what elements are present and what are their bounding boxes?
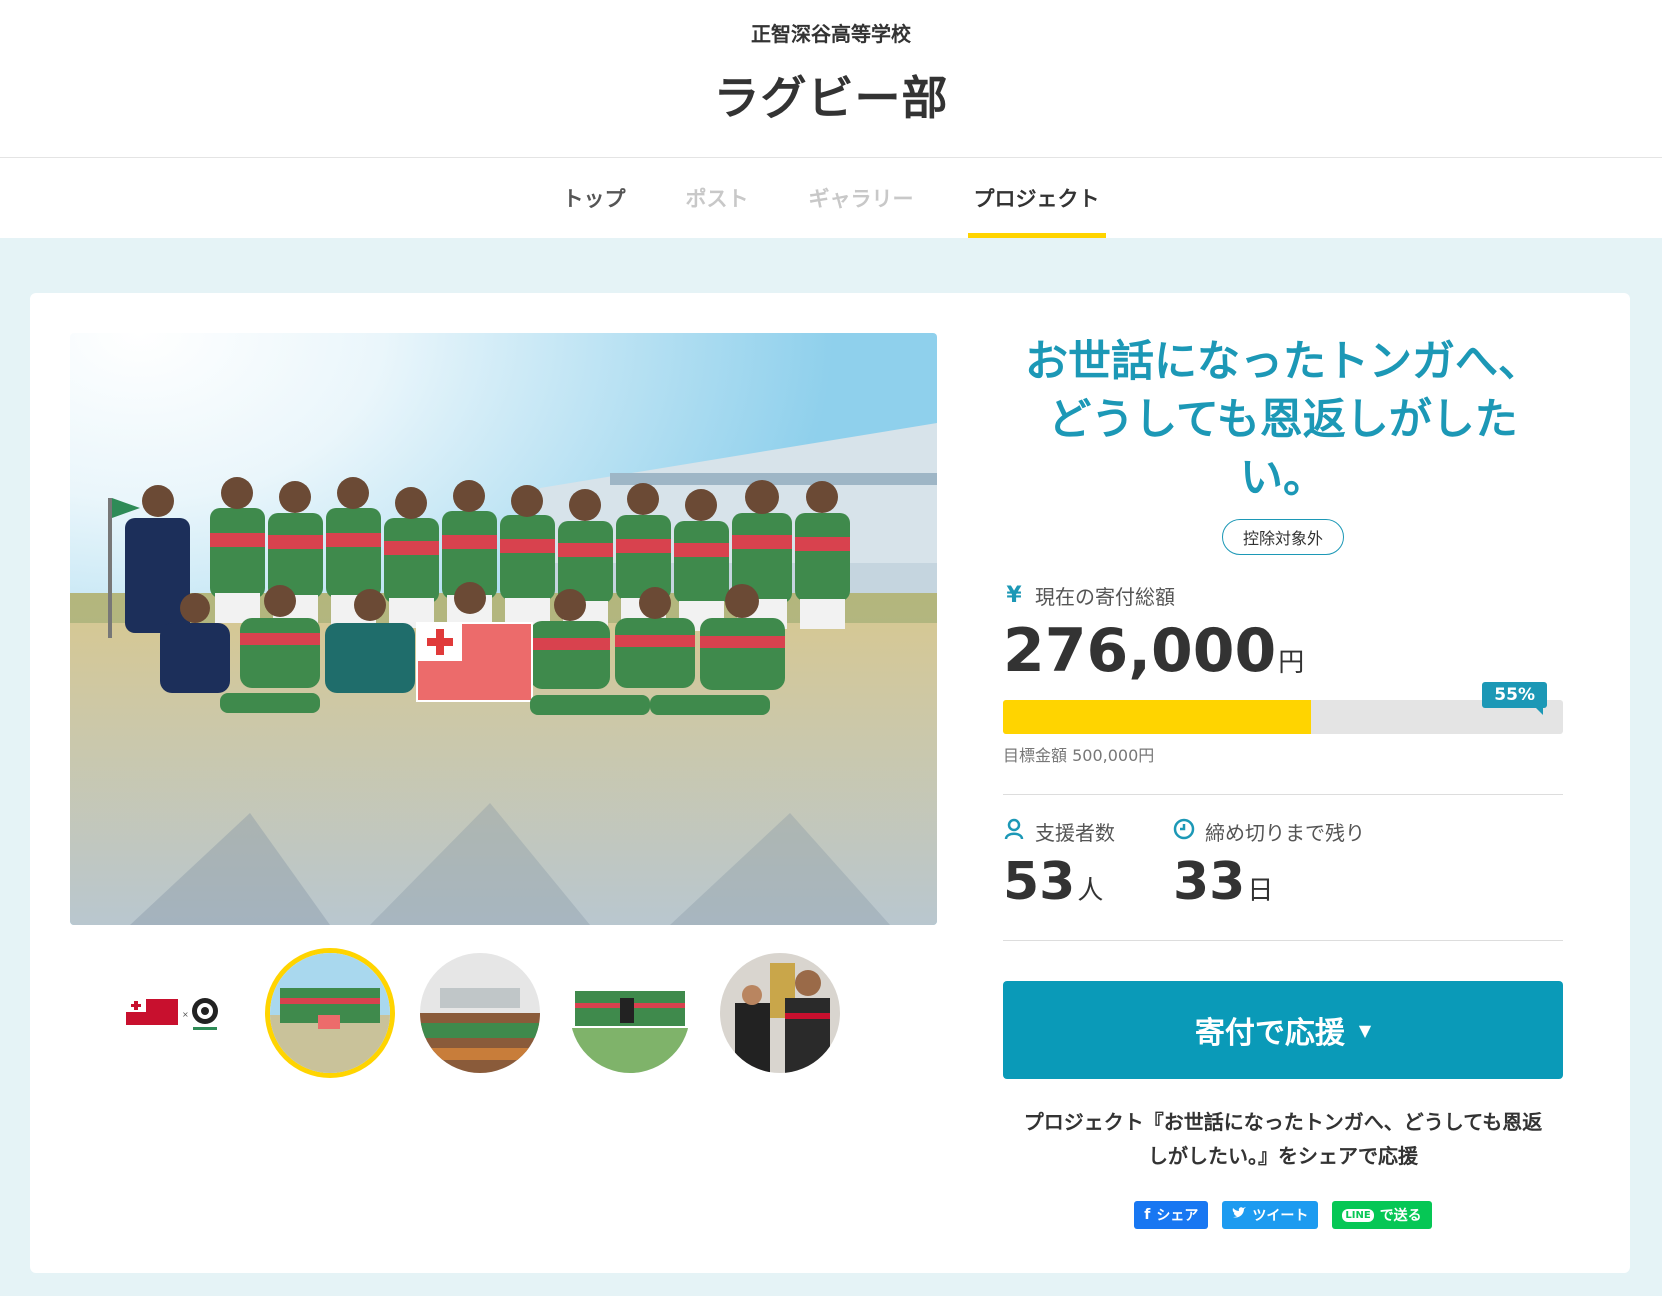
deadline-stat: 締め切りまで残り 33 日: [1173, 817, 1365, 912]
share-prompt-line-2: しがしたい。』をシェアで応援: [1148, 1144, 1418, 1168]
project-title-line-2: どうしても恩返しがした: [1048, 395, 1518, 445]
main-project-photo: [70, 333, 937, 925]
current-amount-label: 現在の寄付総額: [1035, 585, 1175, 609]
share-prompt-line-1: プロジェクト『お世話になったトンガへ、どうしても恩返: [1023, 1110, 1543, 1134]
days-unit: 日: [1247, 876, 1274, 906]
line-share-button[interactable]: LINE で送る: [1332, 1201, 1432, 1229]
current-amount-section: ¥ 現在の寄付総額 276,000 円 55% 目標金額 500,000円: [1003, 581, 1563, 766]
supporters-unit: 人: [1077, 876, 1104, 906]
twitter-share-label: ツイート: [1252, 1208, 1309, 1224]
thumbnail-handshake-photo[interactable]: [720, 953, 840, 1073]
supporters-label-row: 支援者数: [1003, 817, 1115, 846]
tab-bar: トップ ポスト ギャラリー プロジェクト: [0, 158, 1662, 238]
supporters-count: 53: [1003, 852, 1076, 912]
stats-row: 支援者数 53 人 締め切りまで残り 33 日: [1003, 817, 1563, 912]
deadline-label: 締め切りまで残り: [1205, 821, 1365, 845]
club-name[interactable]: ラグビー部: [0, 62, 1662, 128]
project-title: お世話になったトンガへ、 どうしても恩返しがした い。: [1003, 333, 1563, 507]
currency-unit: 円: [1278, 648, 1305, 678]
yen-icon: ¥: [1006, 583, 1022, 608]
thumbnail-gym-photo[interactable]: [420, 953, 540, 1073]
current-amount-label-row: ¥ 現在の寄付総額: [1003, 581, 1563, 610]
person-icon: [1003, 818, 1025, 846]
line-icon: LINE: [1342, 1208, 1374, 1222]
social-share-buttons: f シェア ツイート LINE で送る: [1003, 1201, 1563, 1229]
deadline-label-row: 締め切りまで残り: [1173, 817, 1365, 846]
donate-button-label: 寄付で応援: [1194, 1016, 1345, 1051]
days-left: 33: [1173, 852, 1246, 912]
facebook-share-button[interactable]: f シェア: [1134, 1201, 1209, 1229]
project-summary: お世話になったトンガへ、 どうしても恩返しがした い。 控除対象外 ¥ 現在の寄…: [1003, 333, 1563, 1229]
divider: [1003, 940, 1563, 941]
thumbnail-team-photo[interactable]: [270, 953, 390, 1073]
line-share-label: で送る: [1379, 1208, 1422, 1224]
supporters-label: 支援者数: [1035, 821, 1115, 845]
tab-post[interactable]: ポスト: [680, 158, 755, 238]
progress-bar-fill: [1003, 700, 1311, 734]
project-title-line-3: い。: [1240, 453, 1326, 503]
supporters-row: 53 人: [1003, 852, 1115, 912]
divider: [1003, 794, 1563, 795]
school-name[interactable]: 正智深谷高等学校: [0, 18, 1662, 47]
donate-button[interactable]: 寄付で応援 ▼: [1003, 981, 1563, 1079]
progress-percent: 55%: [1482, 682, 1547, 715]
tab-project[interactable]: プロジェクト: [967, 158, 1106, 238]
facebook-icon: f: [1144, 1207, 1151, 1223]
current-amount-row: 276,000 円: [1003, 616, 1563, 686]
current-amount: 276,000: [1003, 616, 1277, 686]
tab-top[interactable]: トップ: [557, 158, 632, 238]
svg-text:×: ×: [182, 1010, 189, 1019]
supporters-stat: 支援者数 53 人: [1003, 817, 1115, 912]
twitter-share-button[interactable]: ツイート: [1222, 1201, 1319, 1229]
progress-bar: 55%: [1003, 682, 1563, 734]
site-header: 正智深谷高等学校 ラグビー部: [0, 0, 1662, 158]
project-title-line-1: お世話になったトンガへ、: [1025, 337, 1541, 387]
project-card: × お世話になったトンガへ、 どうしても恩返しがした い。 控除対象外 ¥ 現在…: [30, 293, 1630, 1273]
goal-amount: 目標金額 500,000円: [1003, 746, 1155, 765]
caret-down-icon: ▼: [1358, 1020, 1372, 1040]
days-left-row: 33 日: [1173, 852, 1365, 912]
main-area: × お世話になったトンガへ、 どうしても恩返しがした い。 控除対象外 ¥ 現在…: [0, 238, 1662, 1296]
share-prompt: プロジェクト『お世話になったトンガへ、どうしても恩返 しがしたい。』をシェアで応…: [1003, 1105, 1563, 1173]
tax-status-badge: 控除対象外: [1221, 519, 1344, 555]
facebook-share-label: シェア: [1156, 1208, 1199, 1224]
twitter-icon: [1232, 1207, 1247, 1223]
badge-wrap: 控除対象外: [1003, 519, 1563, 555]
tab-gallery[interactable]: ギャラリー: [803, 158, 920, 238]
thumbnail-tonga-logo[interactable]: ×: [120, 953, 240, 1073]
clock-icon: [1173, 818, 1195, 846]
thumbnail-field-group-photo[interactable]: [570, 953, 690, 1073]
